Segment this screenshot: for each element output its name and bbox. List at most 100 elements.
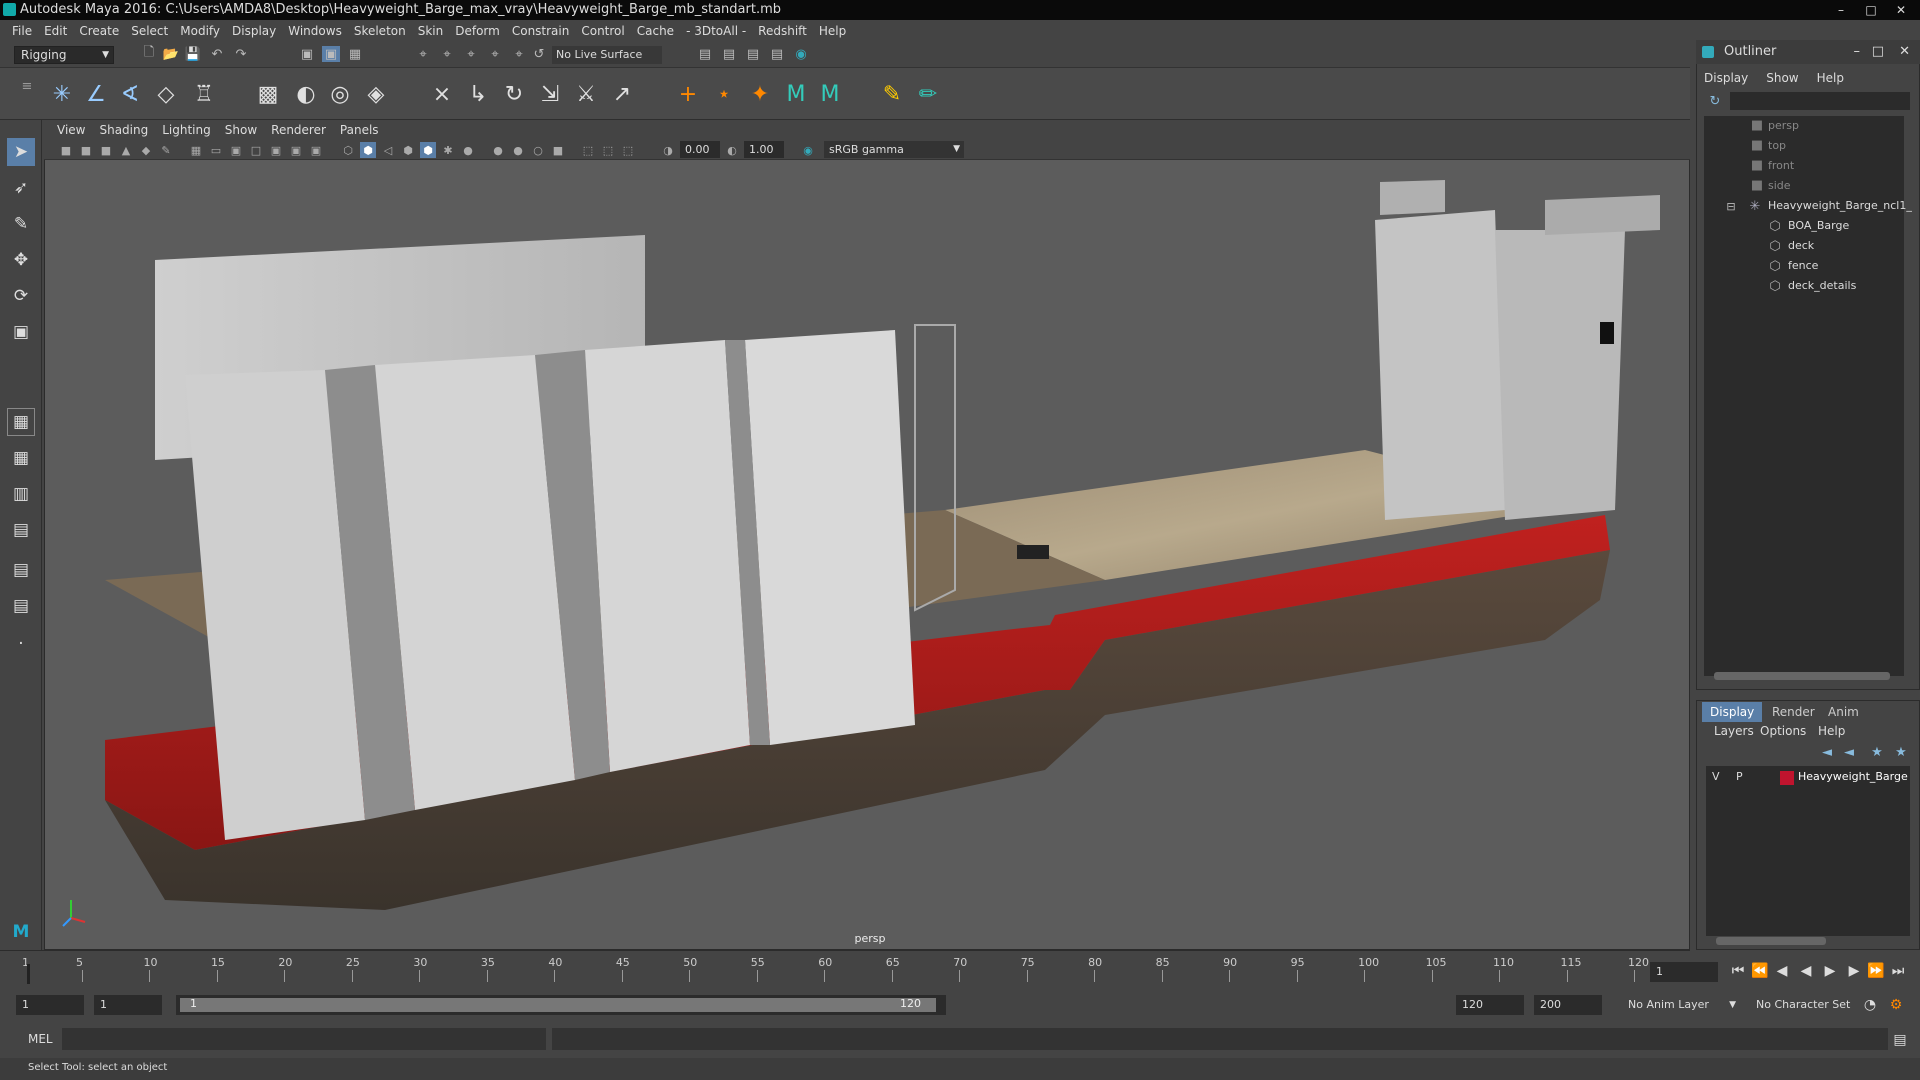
move-tool-icon[interactable]: ✥ (7, 246, 35, 274)
motion-blur-icon[interactable]: ● (490, 142, 506, 158)
grease-pencil-icon[interactable]: ✎ (158, 142, 174, 158)
go-to-end-icon[interactable]: ⏭ (1888, 961, 1908, 981)
color-space-dropdown[interactable]: sRGB gamma ▼ (824, 141, 964, 158)
range-slider-handle[interactable] (180, 998, 936, 1012)
current-time-marker[interactable] (27, 964, 30, 984)
menu-constrain[interactable]: Constrain (506, 20, 576, 42)
layer-visibility-toggle[interactable]: V (1712, 770, 1720, 783)
play-forward-icon[interactable]: ▶ (1820, 961, 1840, 981)
menu-skin[interactable]: Skin (412, 20, 450, 42)
step-forward-key-icon[interactable]: ⏩ (1866, 961, 1886, 981)
multisample-aa-icon[interactable]: ● (510, 142, 526, 158)
safe-action-icon[interactable]: ▣ (288, 142, 304, 158)
live-surface-field[interactable]: No Live Surface (552, 46, 662, 64)
isolate-select-icon[interactable]: ■ (550, 142, 566, 158)
layer-color-swatch[interactable] (1780, 771, 1794, 785)
scale-tool-icon[interactable]: ▣ (7, 318, 35, 346)
layers-menu-options[interactable]: Options (1760, 724, 1806, 738)
step-back-frame-icon[interactable]: ◀ (1772, 961, 1792, 981)
wireframe-icon[interactable]: ⬡ (340, 142, 356, 158)
menu-skeleton[interactable]: Skeleton (348, 20, 412, 42)
add-joint-icon[interactable]: ⋆ (710, 80, 738, 108)
render-view-icon[interactable]: ▤ (696, 46, 714, 62)
barge-model[interactable] (105, 180, 1660, 910)
lattice-icon[interactable]: ♖ (190, 80, 218, 108)
shelf-options-icon[interactable]: ≡ (18, 78, 36, 94)
four-pane-layout-icon[interactable]: ▦ (7, 444, 35, 472)
select-hierarchy-icon[interactable]: ▣ (298, 46, 316, 62)
ik-handle-icon[interactable]: ∠ (82, 80, 110, 108)
scene-canvas[interactable] (45, 160, 1689, 950)
snap-grid-icon[interactable]: ⌖ (414, 46, 432, 62)
outliner-layout-icon[interactable]: ▤ (7, 516, 35, 544)
play-backward-icon[interactable]: ◀ (1796, 961, 1816, 981)
outliner-minimize-icon[interactable]: – (1854, 40, 1861, 64)
menu-select[interactable]: Select (125, 20, 174, 42)
viewport-menu-shading[interactable]: Shading (92, 123, 155, 137)
side-by-side-layout-icon[interactable]: ▥ (7, 480, 35, 508)
camera-attributes-icon[interactable]: ■ (78, 142, 94, 158)
outliner-close-icon[interactable]: ✕ (1899, 40, 1910, 64)
smooth-shade-icon[interactable]: ⬢ (360, 142, 376, 158)
viewport-menu-lighting[interactable]: Lighting (155, 123, 218, 137)
tab-display[interactable]: Display (1702, 702, 1763, 722)
constraint-aim-icon[interactable]: ↳ (464, 80, 492, 108)
gate-mask-icon[interactable]: □ (248, 142, 264, 158)
outliner-menu-help[interactable]: Help (1817, 71, 1844, 85)
use-all-lights-icon[interactable]: ⬢ (420, 142, 436, 158)
textured-icon[interactable]: ⬢ (400, 142, 416, 158)
maximize-icon[interactable]: □ (1858, 2, 1884, 18)
close-icon[interactable]: ✕ (1888, 2, 1914, 18)
humanik-icon[interactable]: ✦ (746, 80, 774, 108)
xray-joints-icon[interactable]: ⬚ (600, 142, 616, 158)
two-d-pan-icon[interactable]: ◆ (138, 142, 154, 158)
outliner-item-deck-details[interactable]: deck_details (1788, 277, 1856, 295)
exposure-field[interactable]: 0.00 (680, 141, 720, 158)
anim-layer-dropdown[interactable]: No Anim Layer ▼ (1620, 995, 1740, 1015)
graph-layout-icon[interactable]: ▤ (7, 556, 35, 584)
menu-control[interactable]: Control (575, 20, 630, 42)
viewport-menu-renderer[interactable]: Renderer (264, 123, 333, 137)
custom-layout-icon[interactable]: · (7, 630, 35, 658)
collapse-icon[interactable]: ⊟ (1722, 198, 1740, 214)
single-pane-layout-icon[interactable]: ▦ (7, 408, 35, 436)
menu-help[interactable]: Help (813, 20, 852, 42)
tab-render[interactable]: Render (1764, 702, 1823, 722)
bind-skin-icon[interactable]: ▩ (254, 80, 282, 108)
cluster-icon[interactable]: ◇ (152, 80, 180, 108)
render-settings-icon[interactable]: ▤ (768, 46, 786, 62)
minimize-icon[interactable]: – (1828, 2, 1854, 18)
select-tool-icon[interactable]: ➤ (7, 138, 35, 166)
outliner-item-fence[interactable]: fence (1788, 257, 1818, 275)
grid-toggle-icon[interactable]: ▦ (188, 142, 204, 158)
viewport-menu-view[interactable]: View (50, 123, 92, 137)
tab-anim[interactable]: Anim (1820, 702, 1867, 722)
menu-edit[interactable]: Edit (38, 20, 73, 42)
layers-menu-help[interactable]: Help (1818, 724, 1845, 738)
m-node-icon[interactable]: M (782, 80, 810, 108)
safe-title-icon[interactable]: ▣ (308, 142, 324, 158)
hypershade-icon[interactable]: ◉ (792, 46, 810, 62)
locator-icon[interactable]: + (674, 80, 702, 108)
hypershade-layout-icon[interactable]: ▤ (7, 592, 35, 620)
blendshape-icon[interactable]: ◎ (326, 80, 354, 108)
outliner-menu-display[interactable]: Display (1704, 71, 1748, 85)
ik-spline-icon[interactable]: ∢ (116, 80, 144, 108)
outliner-item-deck[interactable]: deck (1788, 237, 1814, 255)
constraint-scale-icon[interactable]: ⇲ (536, 80, 564, 108)
resolution-gate-icon[interactable]: ▣ (228, 142, 244, 158)
layer-hscrollbar[interactable] (1716, 937, 1826, 945)
layer-playback-toggle[interactable]: P (1736, 770, 1743, 783)
select-component-icon[interactable]: ▦ (346, 46, 364, 62)
auto-key-icon[interactable]: ◔ (1860, 995, 1880, 1015)
render-frame-icon[interactable]: ▤ (720, 46, 738, 62)
layers-menu-layers[interactable]: Layers (1714, 724, 1754, 738)
brush-icon[interactable]: ✏ (914, 80, 942, 108)
exposure-icon[interactable]: ◑ (660, 142, 676, 158)
outliner-search-field[interactable] (1730, 92, 1910, 110)
gamma-icon[interactable]: ◐ (724, 142, 740, 158)
snap-live-icon[interactable]: ⌖ (510, 46, 528, 62)
menu-redshift[interactable]: Redshift (752, 20, 813, 42)
outliner-item-boa-barge[interactable]: BOA_Barge (1788, 217, 1849, 235)
constraint-pole-icon[interactable]: ↗ (608, 80, 636, 108)
